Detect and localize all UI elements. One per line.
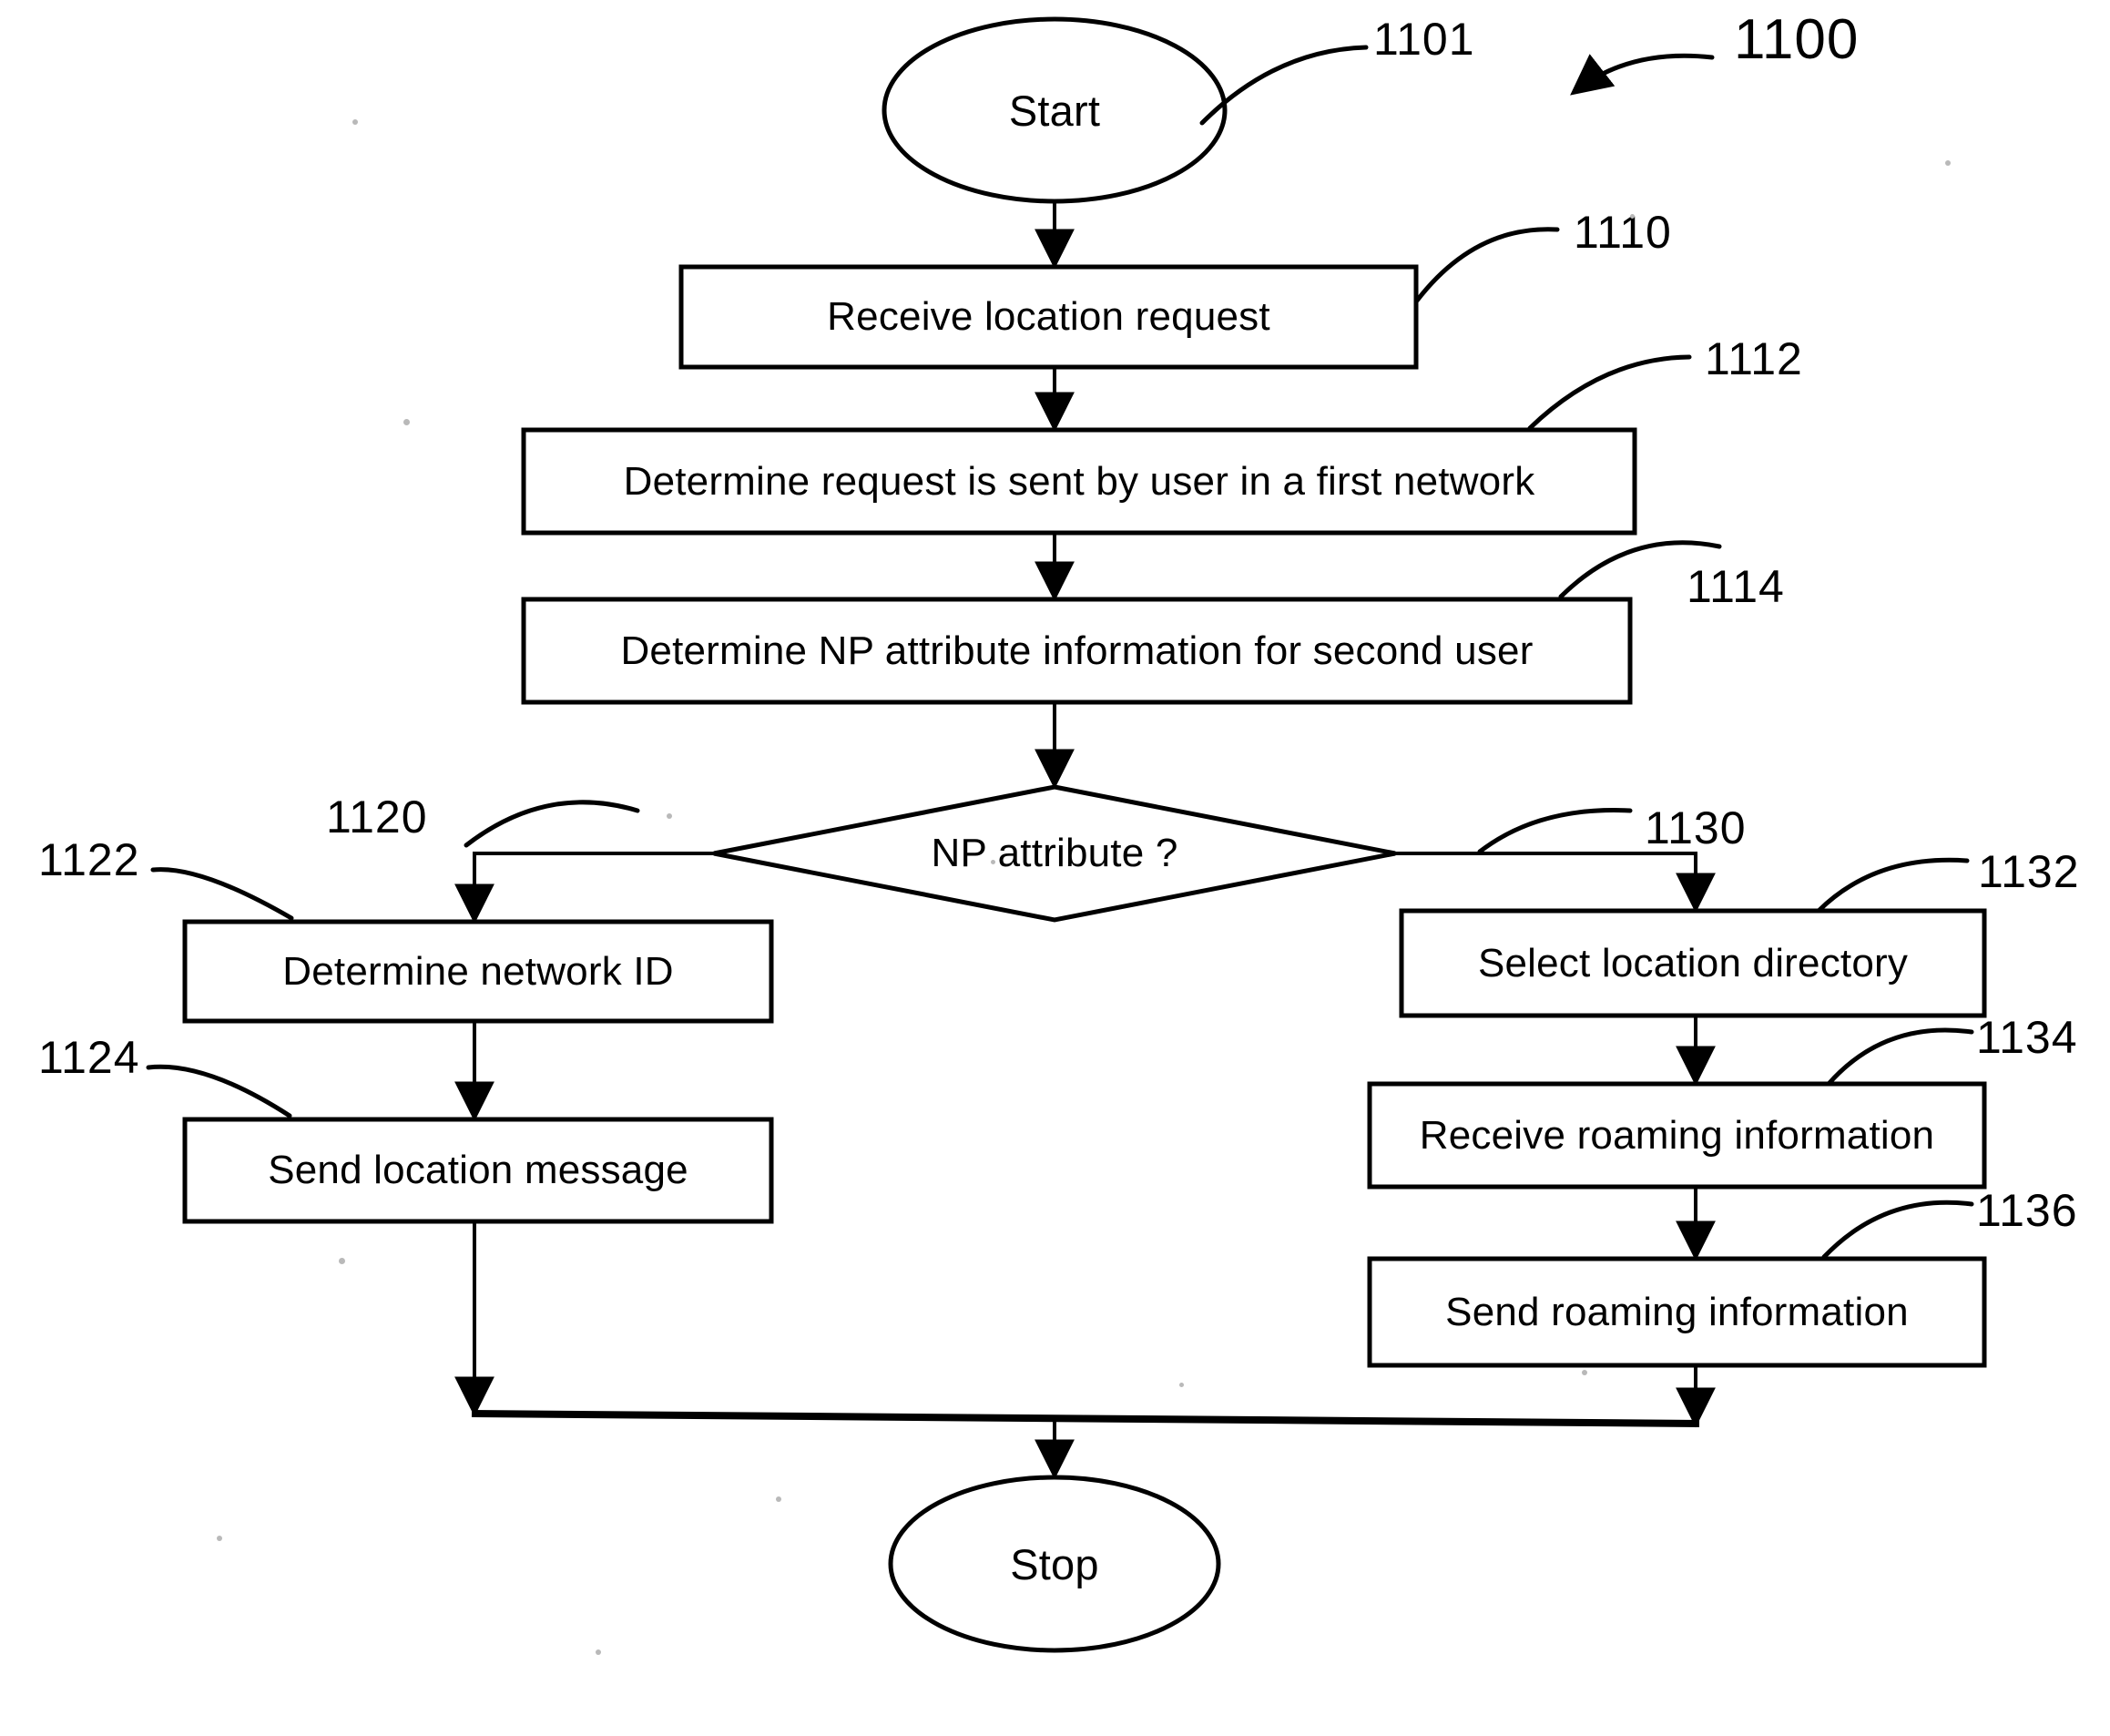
ref-number-1110: 1110 [1574,207,1672,258]
scan-speck [991,860,995,864]
scan-speck [217,1536,222,1541]
receive-roaming-information-shape [1367,1081,1987,1190]
stop-node-shape [888,1475,1221,1653]
ref-number-1122: 1122 [38,834,140,885]
scan-speck [403,419,410,425]
leader-line-1122 [150,867,294,921]
ref-number-1130: 1130 [1645,802,1747,853]
leader-line-1124 [146,1064,292,1118]
ref-number-1134: 1134 [1976,1012,2078,1063]
flowchart-canvas: Start Receive location request Determine… [0,0,2110,1736]
ref-number-1124: 1124 [38,1032,140,1083]
send-location-message-shape [182,1117,774,1224]
scan-speck [1582,1370,1587,1375]
scan-speck [667,813,672,819]
leader-line-1134 [1826,1027,1974,1087]
figure-number-1100: 1100 [1734,8,1860,71]
leader-line-1132 [1816,857,1970,914]
scan-speck [1945,160,1951,166]
determine-np-attribute-shape [521,597,1633,705]
determine-first-network-shape [521,427,1637,536]
scan-speck [1179,1383,1184,1387]
leader-line-1100 [1570,53,1715,96]
scan-speck [596,1649,601,1655]
ref-number-1136: 1136 [1976,1185,2078,1236]
ref-number-1132: 1132 [1978,846,2080,897]
leader-line-1130 [1477,808,1633,854]
connector-decision-left-branch [454,852,714,924]
ref-number-1120: 1120 [326,791,428,842]
ref-number-1112: 1112 [1705,333,1803,384]
scan-speck [776,1496,781,1502]
ref-number-1101: 1101 [1373,14,1475,65]
leader-line-1136 [1821,1200,1974,1260]
np-attribute-decision-shape [713,784,1396,923]
connector-decision-right-branch [1395,852,1716,914]
flowchart-vector-layer [146,16,1987,1653]
determine-network-id-shape [182,919,774,1024]
select-location-directory-shape [1399,908,1987,1018]
scan-speck [1630,214,1635,219]
leader-line-1120 [464,800,640,848]
send-roaming-information-shape [1367,1256,1987,1368]
receive-location-request-shape [678,264,1419,370]
ref-number-1114: 1114 [1687,561,1785,612]
start-node-shape [882,16,1228,204]
merge-bus-line [471,1410,1700,1427]
scan-speck [352,119,358,125]
leader-line-1110 [1414,227,1560,303]
scan-speck [339,1258,345,1264]
leader-line-1112 [1527,354,1692,431]
